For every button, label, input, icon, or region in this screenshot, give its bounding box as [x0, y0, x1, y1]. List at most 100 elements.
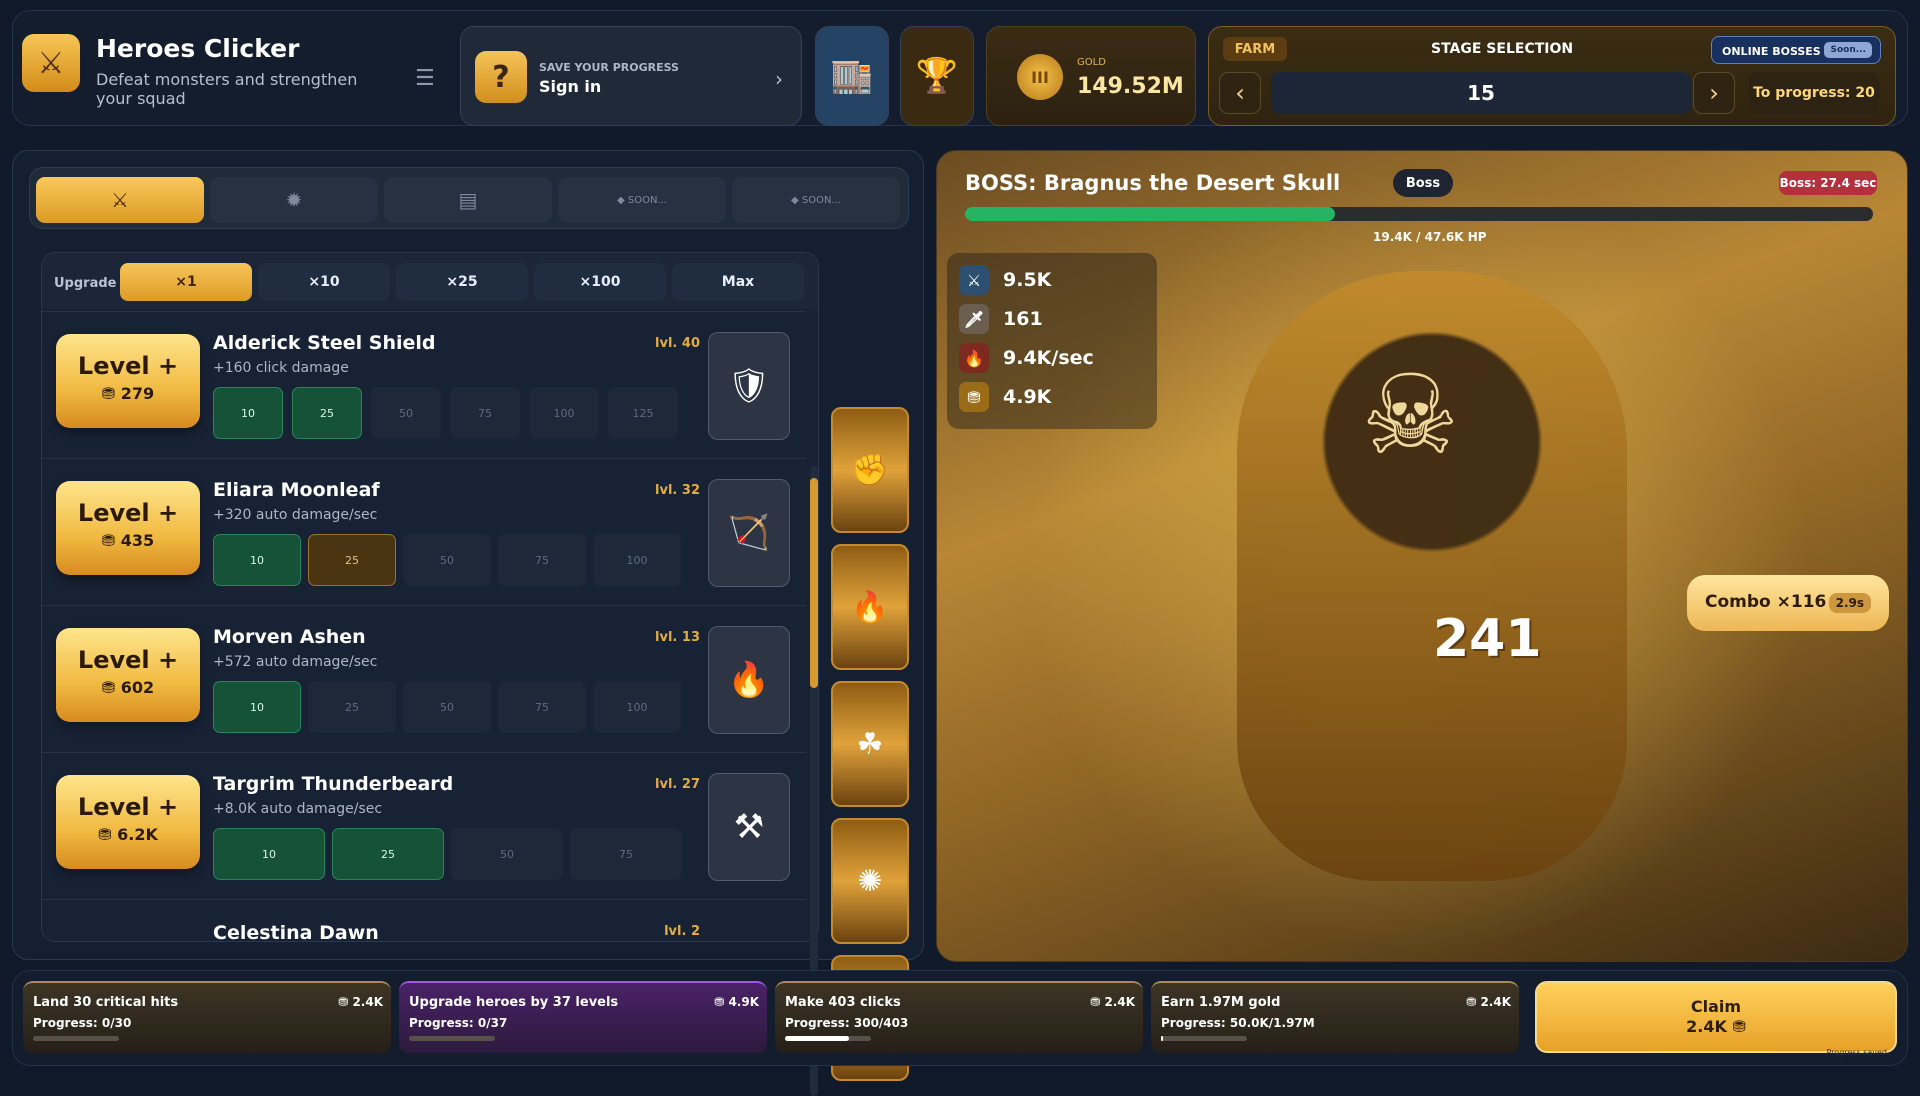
upgrade-max-button[interactable]: Max [672, 263, 804, 301]
level-up-button[interactable]: Level + ⛃ 279 [56, 334, 200, 428]
boss-arena[interactable]: BOSS: Bragnus the Desert Skull Boss Boss… [936, 150, 1908, 962]
tab-heroes[interactable]: ⚔ [36, 177, 204, 223]
hero-name: Targrim Thunderbeard [213, 773, 454, 795]
claim-button[interactable]: Claim 2.4K ⛃ [1535, 981, 1897, 1053]
milestone: 75 [498, 534, 586, 586]
shop-button[interactable]: 🏬 [815, 26, 889, 126]
trophy-button[interactable]: 🏆 [900, 26, 974, 126]
tab-artifacts[interactable]: ▤ [384, 177, 552, 223]
tab-soon-2: ◆ SOON... [732, 177, 900, 223]
hero-list: Upgrade ×1 ×10 ×25 ×100 Max Level + ⛃ 279… [41, 252, 819, 942]
quest-card: Land 30 critical hits Progress: 0/30 ⛃ 2… [23, 981, 391, 1053]
coin-icon: ⛃ [338, 995, 353, 1009]
skill-card-flame-icon[interactable]: 🔥 [831, 544, 909, 670]
hamburger-menu-icon[interactable]: ☰ [415, 66, 435, 91]
hero-row: Level + ⛃ 279 Alderick Steel Shield +160 … [42, 311, 806, 459]
skill-card-gear-icon[interactable]: ✺ [831, 818, 909, 944]
milestone: 25 [332, 828, 444, 880]
hero-description: +160 click damage [213, 360, 349, 376]
boss-hp-text: 19.4K / 47.6K HP [1373, 230, 1487, 244]
level-up-button[interactable]: Level + ⛃ 6.2K [56, 775, 200, 869]
online-bosses-button[interactable]: ONLINE BOSSES Soon... [1711, 36, 1881, 64]
hero-level: lvl. 40 [655, 336, 700, 351]
save-progress-label: SAVE YOUR PROGRESS [539, 61, 679, 74]
hero-level: lvl. 27 [655, 777, 700, 792]
milestone: 25 [308, 681, 396, 733]
quest-progress-bar [33, 1036, 119, 1041]
upgrade-x25-button[interactable]: ×25 [396, 263, 528, 301]
fire-icon: 🔥 [959, 343, 989, 373]
sign-in-button[interactable]: ? SAVE YOUR PROGRESS Sign in › [460, 26, 802, 126]
skill-card-fist-icon[interactable]: ✊ [831, 407, 909, 533]
boss-timer: Boss: 27.4 sec [1779, 171, 1877, 195]
coin-icon: ⛃ [101, 531, 121, 550]
quest-progress-fill [1161, 1036, 1164, 1041]
coin-icon: ⛃ [714, 995, 729, 1009]
quest-title: Upgrade heroes by 37 levels [409, 995, 619, 1010]
previous-stage-button[interactable]: ‹ [1219, 72, 1261, 114]
scrollbar-thumb[interactable] [810, 478, 818, 688]
coin-icon: ⛃ [1090, 995, 1105, 1009]
coin-icon: III [1017, 54, 1063, 100]
combo-timer: 2.9s [1828, 593, 1871, 613]
milestone: 100 [593, 681, 681, 733]
level-up-button[interactable]: Level + ⛃ 435 [56, 481, 200, 575]
milestone: 75 [498, 681, 586, 733]
quest-progress-bar [785, 1036, 871, 1041]
hero-description: +320 auto damage/sec [213, 507, 378, 523]
hero-level: lvl. 32 [655, 483, 700, 498]
boss-name: BOSS: Bragnus the Desert Skull [965, 171, 1341, 195]
stage-progress: To progress: 20 [1749, 72, 1879, 114]
damage-popup: 241 [1433, 609, 1542, 669]
upgrade-x100-button[interactable]: ×100 [534, 263, 666, 301]
coin-icon: ⛃ [959, 382, 989, 412]
level-label: Level + [77, 646, 179, 674]
level-up-button[interactable]: Level + ⛃ 602 [56, 628, 200, 722]
app-title: Heroes Clicker [96, 34, 300, 63]
stat-value: 161 [1003, 308, 1043, 330]
panel-tabs: ⚔ ✹ ▤ ◆ SOON... ◆ SOON... [29, 167, 909, 229]
farm-toggle[interactable]: FARM [1223, 37, 1287, 61]
sword-icon: ⚔ [959, 265, 989, 295]
hero-row: Level + ⛃ 6.2K Targrim Thunderbeard +8.0K… [42, 752, 806, 900]
upgrade-x10-button[interactable]: ×10 [258, 263, 390, 301]
quest-card: Make 403 clicks Progress: 300/403 ⛃ 2.4K [775, 981, 1143, 1053]
skill-card-clover-icon[interactable]: ☘ [831, 681, 909, 807]
hero-portrait-mage-icon: 🔥 [708, 626, 790, 734]
upgrade-x1-button[interactable]: ×1 [120, 263, 252, 301]
milestone: 25 [308, 534, 396, 586]
coin-icon: ⛃ [1726, 1017, 1746, 1036]
level-cost: ⛃ 602 [101, 678, 155, 697]
question-icon: ? [475, 51, 527, 103]
hero-name: Eliara Moonleaf [213, 479, 380, 501]
hero-description: +8.0K auto damage/sec [213, 801, 383, 817]
hero-description: +572 auto damage/sec [213, 654, 378, 670]
milestone: 50 [451, 828, 563, 880]
next-stage-button[interactable]: › [1693, 72, 1735, 114]
online-bosses-label: ONLINE BOSSES [1722, 45, 1821, 58]
boss-skeleton-icon[interactable] [1237, 271, 1627, 881]
level-label: Level + [77, 793, 179, 821]
boss-tag: Boss [1393, 169, 1453, 197]
milestone: 75 [570, 828, 682, 880]
hero-portrait-dwarf-icon: ⚒ [708, 773, 790, 881]
tab-skills[interactable]: ✹ [210, 177, 378, 223]
current-stage: 15 [1271, 72, 1691, 114]
milestone: 50 [403, 534, 491, 586]
shop-icon: 🏬 [830, 56, 874, 96]
quest-title: Make 403 clicks [785, 995, 901, 1010]
quest-progress-bar [1161, 1036, 1247, 1041]
milestone: 10 [213, 387, 283, 439]
hero-name: Morven Ashen [213, 626, 366, 648]
tab-soon-1: ◆ SOON... [558, 177, 726, 223]
hero-level: lvl. 13 [655, 630, 700, 645]
hero-row: Level + ⛃ 435 Eliara Moonleaf +320 auto d… [42, 458, 806, 606]
claim-label: Claim [1690, 997, 1742, 1016]
milestone: 100 [593, 534, 681, 586]
milestone: 75 [450, 387, 520, 439]
quest-progress: Progress: 50.0K/1.97M [1161, 1016, 1315, 1030]
upgrade-label: Upgrade [54, 276, 117, 291]
milestone: 10 [213, 828, 325, 880]
quest-bar: Land 30 critical hits Progress: 0/30 ⛃ 2… [12, 970, 1908, 1066]
milestone: 25 [292, 387, 362, 439]
